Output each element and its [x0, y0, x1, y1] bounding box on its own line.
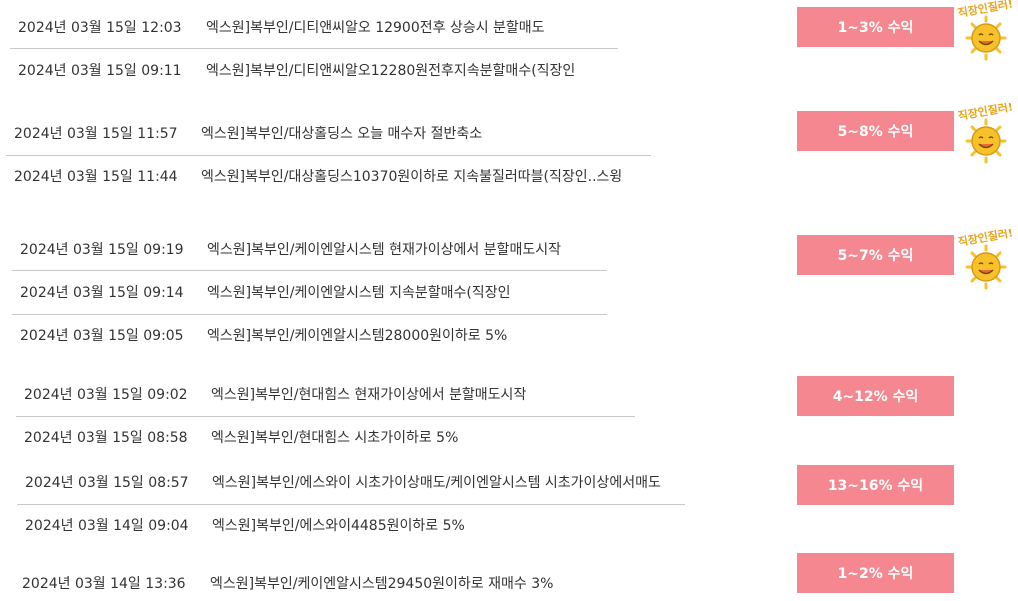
post-date: 2024년 03월 15일 09:14 — [20, 285, 184, 301]
smiling-sun-mascot-icon: 직장인질러! — [955, 103, 1017, 165]
post-title[interactable]: 엑스원]복부인/현대힘스 시초가이하로 5% — [211, 429, 458, 447]
profit-badge: 5~8% 수익 — [797, 111, 954, 151]
post-date: 2024년 03월 15일 09:11 — [18, 63, 182, 79]
post-title[interactable]: 엑스원]복부인/케이엔알시스템28000원이하로 5% — [207, 327, 507, 345]
post-date: 2024년 03월 15일 08:58 — [24, 430, 188, 446]
post-title[interactable]: 엑스원]복부인/대상홀딩스 오늘 매수자 절반축소 — [201, 125, 482, 143]
post-date: 2024년 03월 14일 09:04 — [25, 518, 189, 534]
post-date: 2024년 03월 15일 08:57 — [25, 475, 189, 491]
profit-badge: 1~2% 수익 — [797, 553, 954, 593]
smiling-sun-mascot-icon: 직장인질러! — [955, 229, 1017, 291]
post-title[interactable]: 엑스원]복부인/케이엔알시스템 현재가이상에서 분할매도시작 — [207, 241, 561, 259]
post-title[interactable]: 엑스원]복부인/케이엔알시스템29450원이하로 재매수 3% — [210, 575, 553, 593]
post-date: 2024년 03월 15일 09:02 — [24, 387, 188, 403]
post-title[interactable]: 엑스원]복부인/대상홀딩스10370원이하로 지속불질러따블(직장인..스윙 — [201, 168, 622, 186]
post-date: 2024년 03월 14일 13:36 — [22, 576, 186, 592]
post-date: 2024년 03월 15일 09:19 — [20, 242, 184, 258]
profit-badge: 1~3% 수익 — [797, 7, 954, 47]
row-divider — [12, 270, 607, 271]
post-date: 2024년 03월 15일 12:03 — [18, 20, 182, 36]
profit-badge: 5~7% 수익 — [797, 235, 954, 275]
post-date: 2024년 03월 15일 11:44 — [14, 169, 178, 185]
post-title[interactable]: 엑스원]복부인/디티앤씨알오 12900전후 상승시 분할매도 — [206, 19, 545, 37]
row-divider — [16, 416, 635, 417]
profit-badge: 4~12% 수익 — [797, 376, 954, 416]
post-title[interactable]: 엑스원]복부인/디티앤씨알오12280원전후지속분할매수(직장인 — [206, 62, 575, 80]
row-divider — [10, 48, 618, 49]
post-title[interactable]: 엑스원]복부인/에스와이4485원이하로 5% — [212, 517, 465, 535]
smiling-sun-mascot-icon: 직장인질러! — [955, 0, 1017, 62]
row-divider — [12, 314, 607, 315]
post-title[interactable]: 엑스원]복부인/에스와이 시초가이상매도/케이엔알시스템 시초가이상에서매도 — [212, 474, 661, 492]
row-divider — [6, 155, 651, 156]
post-title[interactable]: 엑스원]복부인/현대힘스 현재가이상에서 분할매도시작 — [211, 386, 526, 404]
row-divider — [17, 504, 685, 505]
post-title[interactable]: 엑스원]복부인/케이엔알시스템 지속분할매수(직장인 — [207, 284, 510, 302]
post-date: 2024년 03월 15일 09:05 — [20, 328, 184, 344]
profit-badge: 13~16% 수익 — [797, 465, 954, 505]
post-date: 2024년 03월 15일 11:57 — [14, 126, 178, 142]
